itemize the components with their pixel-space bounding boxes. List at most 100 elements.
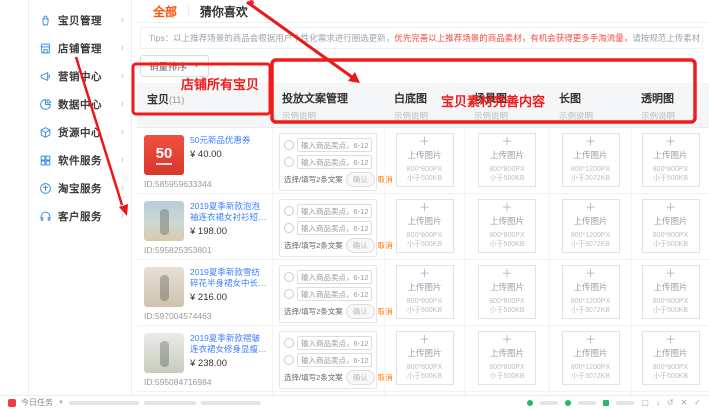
download-icon[interactable]: ↓	[656, 399, 660, 407]
upload-cell-长图: ＋ 上传图片 800*1200PX 小于3072KB	[549, 260, 631, 325]
upload-image-button[interactable]: ＋ 上传图片 800*800PX 小于500KB	[642, 133, 700, 187]
product-id: ID:585959633344	[144, 179, 268, 191]
product-title-link[interactable]: 2019夏季新款泡泡袖连衣裙女衬衫短袖T恤中长款	[190, 201, 268, 223]
taobao-icon	[39, 182, 52, 195]
product-row: 2019夏季新款褶皱连衣裙女修身显瘦小众网红 ¥ 238.00 ID:59508…	[137, 326, 709, 392]
selling-point-input[interactable]	[297, 155, 372, 169]
upload-size-hint: 800*1200PX 小于3072KB	[571, 363, 610, 381]
undo-icon[interactable]: ↺	[667, 399, 674, 407]
upload-image-button[interactable]: ＋ 上传图片 800*800PX 小于500KB	[396, 265, 454, 319]
close-icon[interactable]: ✕	[681, 399, 688, 407]
selling-point-input[interactable]	[297, 270, 372, 284]
sidebar-item[interactable]: 客户服务 ›	[29, 202, 131, 230]
sidebar-item[interactable]: 淘宝服务 ›	[29, 174, 131, 202]
copy-checkbox[interactable]	[284, 272, 294, 282]
shape-tool-icon[interactable]: ▢	[641, 399, 649, 407]
green-dot-icon[interactable]	[565, 400, 571, 406]
confirm-button[interactable]: 确认	[346, 370, 375, 385]
upload-size-hint: 800*800PX 小于500KB	[489, 165, 524, 183]
sidebar-item[interactable]: 软件服务 ›	[29, 146, 131, 174]
upload-image-button[interactable]: ＋ 上传图片 800*800PX 小于500KB	[642, 199, 700, 253]
upload-label: 上传图片	[573, 149, 607, 161]
upload-image-button[interactable]: ＋ 上传图片 800*800PX 小于500KB	[642, 265, 700, 319]
column-sample-note[interactable]: 示例说明	[641, 110, 709, 122]
upload-size-hint: 800*800PX 小于500KB	[653, 165, 688, 183]
sidebar-item[interactable]: 货源中心 ›	[29, 118, 131, 146]
copy-checkbox[interactable]	[284, 140, 294, 150]
column-sample-note[interactable]: 示例说明	[559, 110, 631, 122]
column-header-label: 长图	[559, 90, 631, 106]
upload-label: 上传图片	[407, 281, 441, 293]
green-dot-icon[interactable]	[527, 400, 533, 406]
selling-point-input[interactable]	[297, 353, 372, 367]
copy-checkbox[interactable]	[284, 355, 294, 365]
product-cell: 50 50元新品优惠券 ¥ 40.00 ID:585959633344	[137, 128, 272, 193]
chevron-right-icon: ›	[120, 127, 124, 138]
sidebar-item[interactable]: 店铺管理 ›	[29, 34, 131, 62]
selling-point-input[interactable]	[297, 204, 372, 218]
green-square-icon[interactable]	[603, 400, 609, 406]
confirm-check-icon[interactable]: ✓	[694, 399, 701, 407]
copy-checkbox[interactable]	[284, 206, 294, 216]
copy-checkbox[interactable]	[284, 338, 294, 348]
confirm-button[interactable]: 确认	[346, 238, 375, 253]
upload-size-hint: 800*800PX 小于500KB	[407, 165, 442, 183]
upload-image-button[interactable]: ＋ 上传图片 800*800PX 小于500KB	[478, 265, 536, 319]
sidebar-item[interactable]: 营销中心 ›	[29, 62, 131, 90]
upload-image-button[interactable]: ＋ 上传图片 800*800PX 小于500KB	[478, 133, 536, 187]
copy-checkbox[interactable]	[284, 289, 294, 299]
sidebar-item[interactable]: 数据中心 ›	[29, 90, 131, 118]
copy-checkbox[interactable]	[284, 157, 294, 167]
tab-recommend[interactable]: 猜你喜欢	[200, 3, 248, 20]
sidebar-item[interactable]: 宝贝管理 ›	[29, 6, 131, 34]
copy-note: 选择/填写2条文案	[284, 372, 343, 383]
product-cell: 2019夏季新款褶皱连衣裙女修身显瘦小众网红 ¥ 238.00 ID:59508…	[137, 326, 272, 391]
upload-cell-白底图: ＋ 上传图片 800*800PX 小于500KB	[384, 260, 464, 325]
selling-point-input[interactable]	[297, 221, 372, 235]
upload-image-button[interactable]: ＋ 上传图片 800*800PX 小于500KB	[478, 331, 536, 385]
product-title-link[interactable]: 2019夏季新款雪纺碎花半身裙女中长款雪纺白	[190, 267, 268, 289]
upload-image-button[interactable]: ＋ 上传图片 800*800PX 小于500KB	[642, 331, 700, 385]
main-content: 全部 | 猜你喜欢 Tips：以上推荐场景的商品会根据用户个性化需求进行圈选更新…	[137, 0, 709, 396]
upload-image-button[interactable]: ＋ 上传图片 800*1200PX 小于3072KB	[562, 199, 620, 253]
confirm-button[interactable]: 确认	[346, 304, 375, 319]
column-sample-note[interactable]: 示例说明	[394, 110, 464, 122]
column-sample-note[interactable]: 示例说明	[282, 110, 384, 122]
confirm-button[interactable]: 确认	[346, 172, 375, 187]
product-thumbnail[interactable]	[144, 333, 184, 373]
illegible-label	[540, 401, 558, 405]
plus-icon: ＋	[502, 269, 513, 280]
upload-image-button[interactable]: ＋ 上传图片 800*1200PX 小于3072KB	[562, 265, 620, 319]
chevron-down-icon[interactable]: ▼	[58, 400, 64, 406]
selling-point-input[interactable]	[297, 287, 372, 301]
product-thumbnail[interactable]	[144, 267, 184, 307]
upload-image-button[interactable]: ＋ 上传图片 800*800PX 小于500KB	[396, 331, 454, 385]
upload-image-button[interactable]: ＋ 上传图片 800*1200PX 小于3072KB	[562, 331, 620, 385]
gift-icon[interactable]	[8, 399, 16, 407]
upload-image-button[interactable]: ＋ 上传图片 800*1200PX 小于3072KB	[562, 133, 620, 187]
upload-cell-场景图: ＋ 上传图片 800*800PX 小于500KB	[464, 260, 549, 325]
upload-image-button[interactable]: ＋ 上传图片 800*800PX 小于500KB	[396, 199, 454, 253]
product-title-link[interactable]: 2019夏季新款褶皱连衣裙女修身显瘦小众网红	[190, 333, 268, 355]
grid-icon	[39, 154, 52, 167]
product-thumbnail[interactable]	[144, 201, 184, 241]
upload-label: 上传图片	[490, 149, 524, 161]
daily-task-label[interactable]: 今日任务	[21, 397, 53, 408]
selling-point-input[interactable]	[297, 336, 372, 350]
tips-banner: Tips：以上推荐场景的商品会根据用户个性化需求进行圈选更新，优先完善以上推荐场…	[140, 27, 703, 49]
sidebar-item-label: 客户服务	[58, 209, 120, 224]
plus-icon: ＋	[502, 137, 513, 148]
status-bar: 今日任务 ▼ ▢ ↓ ↺ ✕ ✓	[0, 395, 709, 409]
copy-checkbox[interactable]	[284, 223, 294, 233]
selling-point-input[interactable]	[297, 138, 372, 152]
plus-icon: ＋	[502, 335, 513, 346]
product-thumbnail[interactable]: 50	[144, 135, 184, 175]
sidebar-menu: 宝贝管理 › 店铺管理 › 营销中心 › 数据中心 › 货源中心 › 软件服务 …	[29, 6, 131, 230]
upload-image-button[interactable]: ＋ 上传图片 800*800PX 小于500KB	[478, 199, 536, 253]
sort-dropdown[interactable]: 销量排序 ▼	[140, 55, 209, 77]
column-sample-note[interactable]: 示例说明	[474, 110, 549, 122]
product-row: 50 50元新品优惠券 ¥ 40.00 ID:585959633344	[137, 128, 709, 194]
upload-image-button[interactable]: ＋ 上传图片 800*800PX 小于500KB	[396, 133, 454, 187]
tab-all[interactable]: 全部	[153, 3, 177, 20]
product-title-link[interactable]: 50元新品优惠券	[190, 135, 250, 146]
